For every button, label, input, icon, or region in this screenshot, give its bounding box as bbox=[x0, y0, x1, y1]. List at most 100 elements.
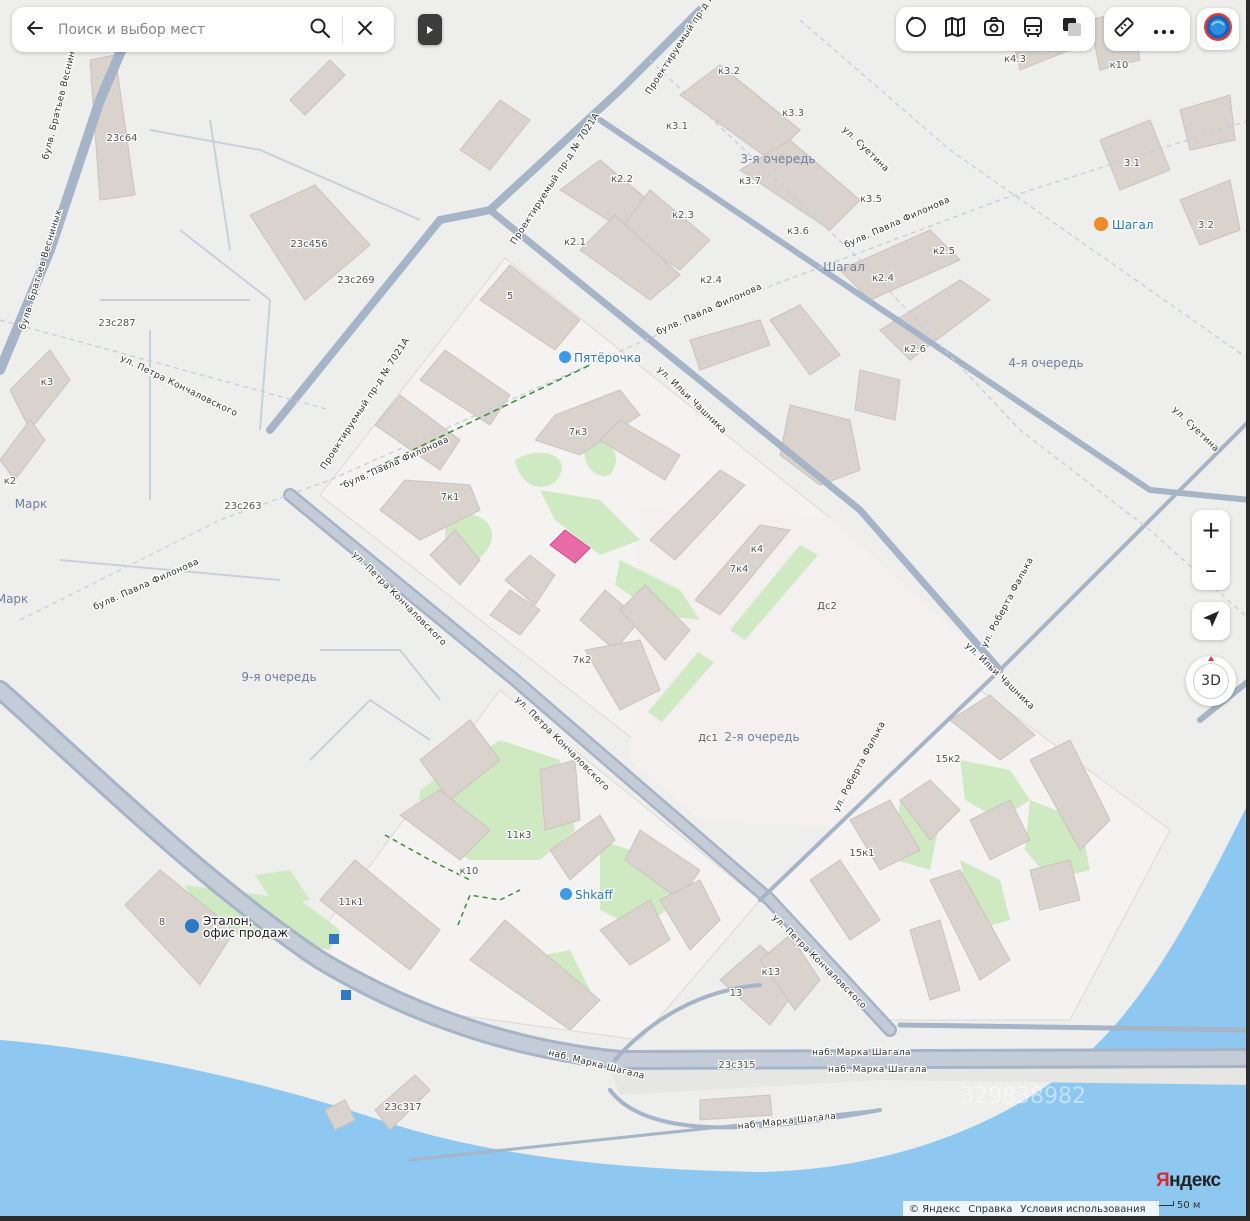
yandex-logo: Яндекс bbox=[1156, 1170, 1221, 1192]
district-label: Марк bbox=[15, 497, 48, 511]
mall-icon[interactable] bbox=[1094, 217, 1108, 231]
building-number: 7к1 bbox=[441, 492, 460, 503]
photo-icon bbox=[982, 15, 1006, 43]
search-input[interactable] bbox=[58, 14, 298, 45]
building-number: 23с64 bbox=[107, 133, 138, 144]
building-number: 15к1 bbox=[849, 848, 874, 859]
building-number: к3.7 bbox=[739, 176, 761, 187]
search-panel bbox=[12, 7, 394, 52]
building-number: к2.3 bbox=[672, 210, 694, 221]
building-number: 7к2 bbox=[573, 655, 592, 666]
logo-rest: ндекс bbox=[1169, 1170, 1221, 1191]
shop-icon[interactable] bbox=[559, 351, 571, 363]
office-icon[interactable] bbox=[185, 919, 199, 933]
collapse-panel-icon bbox=[426, 20, 434, 39]
locate-me-icon bbox=[1201, 609, 1221, 633]
poi-label[interactable]: офис продаж bbox=[202, 925, 290, 942]
help-link[interactable]: Справка bbox=[968, 1204, 1012, 1215]
district-label: 9-я очередь bbox=[241, 670, 316, 684]
building-number: к3.6 bbox=[787, 226, 809, 237]
building-number: к10 bbox=[460, 866, 479, 877]
street-label: наб. Марка Шагала bbox=[812, 1048, 911, 1058]
copyright-text: © Яндекс bbox=[909, 1203, 961, 1215]
ruler-button[interactable] bbox=[1104, 7, 1144, 51]
building-number: 23с263 bbox=[224, 501, 261, 512]
building-number: к3.5 bbox=[860, 194, 882, 205]
window-edge-bottom bbox=[0, 1216, 1250, 1221]
logo-first-letter: Я bbox=[1156, 1170, 1170, 1191]
transit-button[interactable] bbox=[1013, 7, 1052, 51]
globe-icon bbox=[1202, 11, 1234, 47]
compass-north-icon bbox=[1208, 656, 1214, 661]
poi-label[interactable]: Shkaff bbox=[574, 887, 615, 904]
traffic-button[interactable] bbox=[896, 7, 935, 51]
layers-icon bbox=[1060, 15, 1084, 43]
search-button[interactable] bbox=[298, 7, 342, 52]
clear-button[interactable] bbox=[343, 7, 387, 52]
district-label: 2-я очередь bbox=[724, 730, 799, 744]
panorama-icon bbox=[943, 15, 967, 43]
photo-button[interactable] bbox=[974, 7, 1013, 51]
zoom-controls: + – bbox=[1192, 510, 1230, 590]
building-number: Дс2 bbox=[817, 601, 837, 612]
terms-link[interactable]: Условия использования bbox=[1020, 1204, 1145, 1215]
building-number: к10 bbox=[1110, 60, 1129, 71]
zoom-out-button[interactable]: – bbox=[1192, 550, 1230, 590]
panorama-button[interactable] bbox=[935, 7, 974, 51]
more-button[interactable] bbox=[1144, 7, 1184, 51]
building-number: 23с315 bbox=[718, 1060, 755, 1071]
building-number: к2.1 bbox=[564, 237, 586, 248]
building-number: к4.3 bbox=[1004, 54, 1026, 65]
building-number: 5 bbox=[507, 291, 513, 302]
bus-stop-icon[interactable] bbox=[329, 934, 339, 944]
building-number: к2.2 bbox=[611, 174, 633, 185]
watermark-text: 329838982 bbox=[960, 1084, 1086, 1109]
zoom-in-button[interactable]: + bbox=[1192, 510, 1230, 550]
globe-button[interactable] bbox=[1197, 8, 1239, 50]
layers-button[interactable] bbox=[1052, 7, 1091, 51]
poi-label[interactable]: Шагал bbox=[1111, 217, 1156, 234]
building-number: 23с456 bbox=[290, 239, 327, 250]
building-number: 15к2 bbox=[935, 754, 960, 765]
store-icon[interactable] bbox=[560, 888, 572, 900]
building-number: к2 bbox=[4, 476, 16, 487]
map-scale: 50 м bbox=[1156, 1200, 1200, 1211]
building-number: к4 bbox=[751, 544, 763, 555]
bus-stop-icon-2[interactable] bbox=[341, 990, 351, 1000]
building-number: 11к1 bbox=[338, 897, 363, 908]
building-number: к2.6 bbox=[904, 344, 926, 355]
arrow-left-icon bbox=[25, 18, 45, 42]
traffic-icon bbox=[904, 15, 928, 43]
building-number: к3.1 bbox=[666, 121, 688, 132]
building-number: к3 bbox=[41, 377, 53, 388]
ruler-icon bbox=[1113, 16, 1135, 42]
building-number: к2.4 bbox=[872, 273, 894, 284]
building-number: 13 bbox=[730, 988, 743, 999]
poi-label[interactable]: Пятёрочка bbox=[573, 350, 643, 367]
back-button[interactable] bbox=[12, 7, 58, 52]
building-number: 8 bbox=[159, 917, 165, 928]
close-icon bbox=[357, 20, 373, 40]
district-label: 3-я очередь bbox=[740, 152, 815, 166]
tools-toolbar bbox=[1104, 7, 1190, 51]
transit-icon bbox=[1021, 15, 1045, 43]
locate-me-button[interactable] bbox=[1192, 602, 1230, 640]
map-footer: © Яндекс Справка Условия использования bbox=[903, 1201, 1160, 1217]
map-layers-toolbar bbox=[896, 7, 1095, 51]
building-number: к3.3 bbox=[782, 108, 804, 119]
scale-label: 50 м bbox=[1177, 1200, 1201, 1211]
building-number: 7к3 bbox=[569, 427, 588, 438]
window-edge-right bbox=[1246, 0, 1250, 1221]
building-number: к13 bbox=[762, 967, 781, 978]
building-number: 23с269 bbox=[337, 275, 374, 286]
building-number: 11к3 bbox=[506, 830, 531, 841]
collapse-panel-button[interactable] bbox=[418, 14, 442, 45]
mode-3d-button[interactable]: 3D bbox=[1186, 656, 1236, 706]
building-number: к2.5 bbox=[933, 246, 955, 257]
district-label: Марк bbox=[0, 592, 28, 606]
building-number: 23с287 bbox=[98, 318, 135, 329]
more-icon bbox=[1153, 20, 1175, 39]
building-number: к3.2 bbox=[718, 66, 740, 77]
map-canvas[interactable]: булв. Братьев Весниныхбулв. Братьев Весн… bbox=[0, 0, 1250, 1221]
building-number: 23с317 bbox=[384, 1102, 421, 1113]
